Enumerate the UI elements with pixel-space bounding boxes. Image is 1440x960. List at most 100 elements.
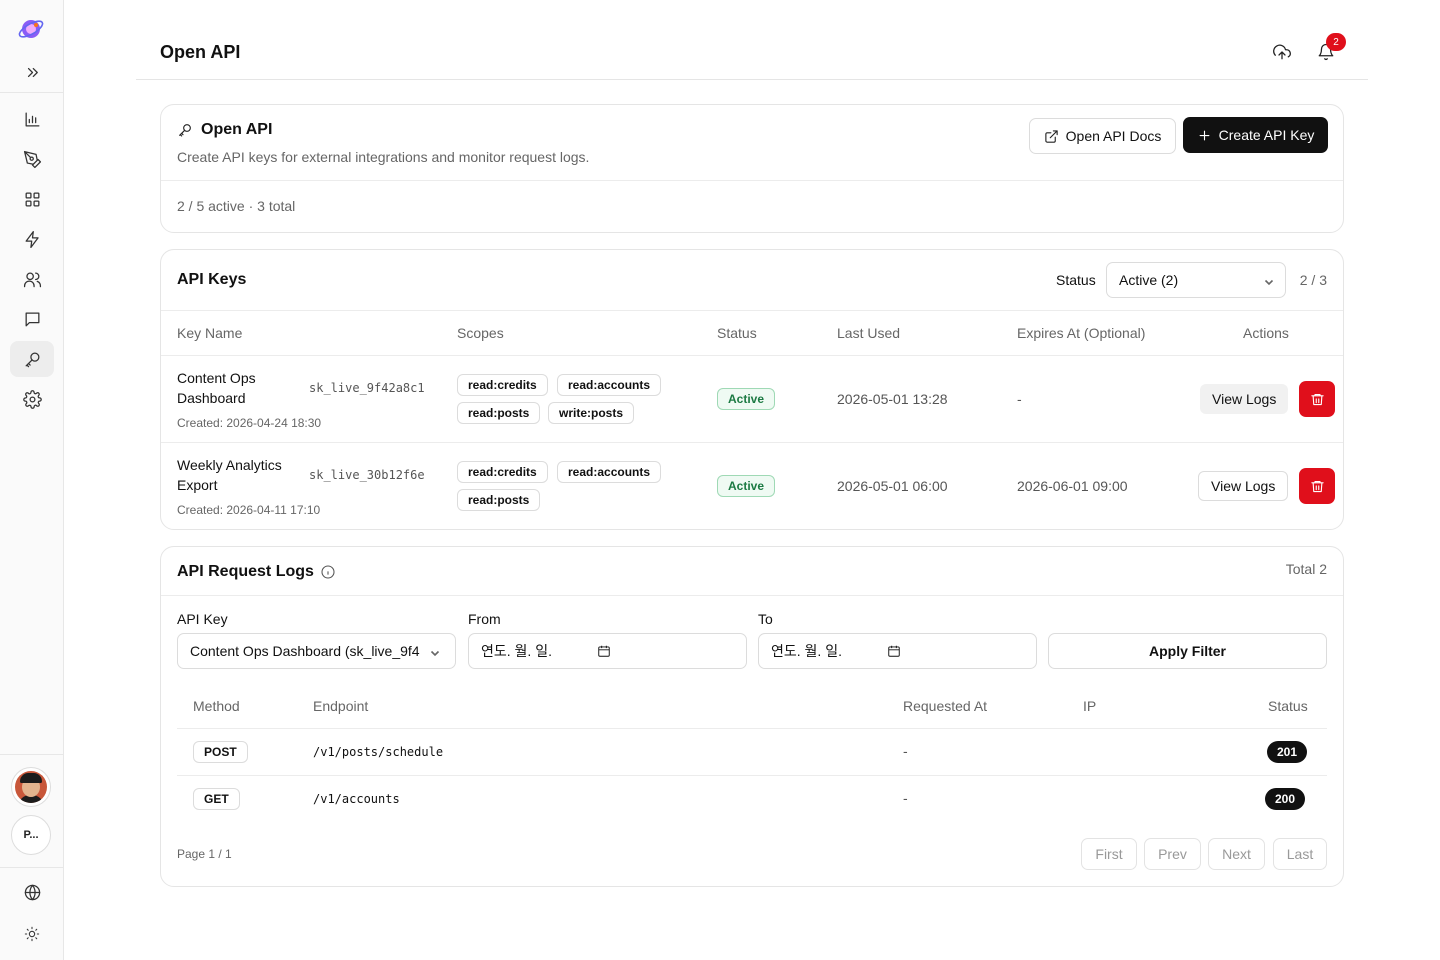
last-page-button[interactable]: Last xyxy=(1273,838,1327,870)
table-divider xyxy=(177,728,1327,729)
page-header: Open API xyxy=(136,24,1368,80)
open-api-overview-card: Open API Create API keys for external in… xyxy=(160,104,1344,233)
status-code-badge: 201 xyxy=(1267,741,1308,763)
status-code-badge: 200 xyxy=(1265,788,1306,810)
pen-tool-icon xyxy=(23,150,41,168)
status-filter-select[interactable]: Active (2) xyxy=(1106,262,1286,298)
from-date-input[interactable]: 연도. 월. 일. xyxy=(468,633,747,669)
scope-tag: write:posts xyxy=(548,402,635,424)
card-divider xyxy=(161,595,1343,596)
view-logs-button[interactable]: View Logs xyxy=(1198,471,1289,501)
status-badge: Active xyxy=(717,388,776,410)
requested-at: - xyxy=(903,743,908,759)
to-date-input[interactable]: 연도. 월. 일. xyxy=(758,633,1037,669)
requested-at: - xyxy=(903,790,908,806)
user-avatar[interactable] xyxy=(11,767,51,807)
key-prefix: sk_live_30b12f6e xyxy=(309,468,425,482)
sidebar-divider xyxy=(0,867,63,868)
api-request-logs-card: API Request Logs Total 2 API Key Content… xyxy=(160,546,1344,887)
chevron-down-icon xyxy=(1263,275,1275,287)
column-header-endpoint: Endpoint xyxy=(313,698,369,714)
first-page-button[interactable]: First xyxy=(1081,838,1137,870)
overview-title: Open API xyxy=(177,121,272,139)
cloud-upload-icon xyxy=(1273,44,1291,60)
gear-icon xyxy=(22,389,42,409)
expires-at: - xyxy=(1017,391,1022,407)
http-method-badge: GET xyxy=(193,788,240,810)
logs-total: Total 2 xyxy=(1285,561,1327,577)
next-page-button[interactable]: Next xyxy=(1208,838,1265,870)
column-header-status: Status xyxy=(717,325,757,341)
from-date-label: From xyxy=(468,611,501,627)
info-icon[interactable] xyxy=(320,564,336,580)
table-divider xyxy=(161,310,1343,311)
sidebar-divider xyxy=(0,754,63,755)
chevron-down-icon xyxy=(429,646,441,658)
sidebar: P... xyxy=(0,0,64,960)
plus-icon xyxy=(1199,130,1210,140)
scope-tag: read:credits xyxy=(457,374,548,396)
scope-tag: read:accounts xyxy=(557,461,662,483)
users-icon xyxy=(23,272,41,287)
api-key-filter-value: Content Ops Dashboard (sk_live_9f4 xyxy=(190,643,420,659)
overview-title-text: Open API xyxy=(201,121,273,138)
column-header-scopes: Scopes xyxy=(457,325,504,341)
http-method-badge: POST xyxy=(193,741,248,763)
key-created-at: Created: 2026-04-11 17:10 xyxy=(177,503,321,517)
language-button[interactable] xyxy=(10,874,54,910)
logs-title-text: API Request Logs xyxy=(177,563,314,580)
api-keys-card: API Keys Status Active (2) 2 / 3 Key Nam… xyxy=(160,249,1344,530)
open-api-docs-button[interactable]: Open API Docs xyxy=(1029,118,1176,154)
api-keys-title: API Keys xyxy=(177,271,247,288)
page-info: Page 1 / 1 xyxy=(177,847,232,861)
view-logs-button[interactable]: View Logs xyxy=(1200,384,1289,414)
logs-title: API Request Logs xyxy=(177,563,336,581)
column-header-requested-at: Requested At xyxy=(903,698,988,714)
open-api-docs-label: Open API Docs xyxy=(1065,128,1162,144)
to-date-value: 연도. 월. 일. xyxy=(771,643,842,659)
prev-page-button[interactable]: Prev xyxy=(1144,838,1201,870)
create-api-key-button[interactable]: Create API Key xyxy=(1183,117,1328,153)
message-icon xyxy=(25,312,39,326)
sidebar-item-automation[interactable] xyxy=(10,221,54,257)
sidebar-item-compose[interactable] xyxy=(10,141,54,177)
card-divider xyxy=(161,180,1343,181)
api-key-filter-select[interactable]: Content Ops Dashboard (sk_live_9f4 xyxy=(177,633,456,669)
last-used: 2026-05-01 06:00 xyxy=(837,478,948,494)
sidebar-item-open-api[interactable] xyxy=(10,341,54,377)
theme-toggle-button[interactable] xyxy=(10,916,54,952)
workspace-switcher[interactable]: P... xyxy=(11,815,51,855)
calendar-icon[interactable] xyxy=(887,644,901,658)
lightning-icon xyxy=(25,230,39,248)
trash-icon xyxy=(1310,480,1324,492)
calendar-icon[interactable] xyxy=(597,644,611,658)
key-name-line2: Dashboard xyxy=(177,390,246,406)
expires-at: 2026-06-01 09:00 xyxy=(1017,478,1128,494)
column-header-expires-at: Expires At (Optional) xyxy=(1017,325,1146,341)
sidebar-item-apps[interactable] xyxy=(10,181,54,217)
column-header-last-used: Last Used xyxy=(837,325,901,341)
grid-icon xyxy=(25,192,39,206)
column-header-key-name: Key Name xyxy=(177,325,243,341)
page-title: Open API xyxy=(160,42,241,62)
workspace-label: P... xyxy=(23,829,39,841)
sidebar-item-users[interactable] xyxy=(10,261,54,297)
sidebar-item-analytics[interactable] xyxy=(10,101,54,137)
api-key-filter-label: API Key xyxy=(177,611,228,627)
delete-key-button[interactable] xyxy=(1299,468,1335,504)
sidebar-item-messages[interactable] xyxy=(10,301,54,337)
sidebar-item-settings[interactable] xyxy=(10,381,54,417)
key-icon xyxy=(25,352,39,367)
bar-chart-icon xyxy=(25,112,39,126)
key-name-line1: Weekly Analytics xyxy=(177,457,282,473)
apply-filter-button[interactable]: Apply Filter xyxy=(1048,633,1327,669)
expand-sidebar-button[interactable] xyxy=(10,54,54,90)
to-date-label: To xyxy=(758,611,773,627)
delete-key-button[interactable] xyxy=(1299,381,1335,417)
table-divider xyxy=(177,775,1327,776)
api-keys-count: 2 / 3 xyxy=(1299,272,1327,288)
avatar-image xyxy=(15,771,47,803)
upload-button[interactable] xyxy=(1270,40,1294,64)
brand-logo-icon[interactable] xyxy=(16,14,46,44)
from-date-value: 연도. 월. 일. xyxy=(481,643,552,659)
